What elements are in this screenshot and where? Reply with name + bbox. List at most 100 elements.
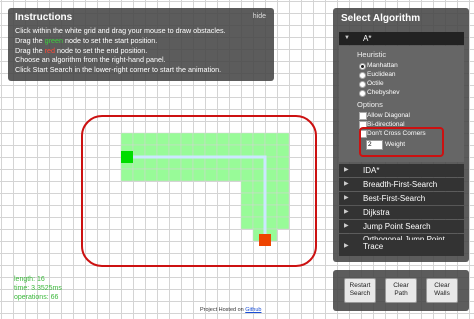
- heuristic-manhattan[interactable]: Manhattan: [359, 62, 398, 70]
- instructions-panel: Instructions hide Click within the white…: [8, 8, 274, 81]
- radio-icon: [359, 90, 366, 97]
- explored-cell: [240, 144, 254, 158]
- explored-cell: [132, 168, 146, 182]
- radio-icon: [359, 63, 366, 70]
- control-panel: Restart Search Clear Path Clear Walls: [333, 270, 469, 311]
- explored-cell: [132, 132, 146, 146]
- instructions-title: Instructions: [15, 12, 73, 23]
- algorithm-item-jps[interactable]: ▶ Jump Point Search: [339, 220, 464, 233]
- chevron-right-icon: ▶: [344, 209, 349, 215]
- explored-cell: [264, 216, 278, 230]
- chevron-right-icon: ▶: [344, 167, 349, 173]
- stat-length: length: 16: [14, 276, 45, 283]
- explored-cell: [180, 132, 194, 146]
- chevron-down-icon: ▼: [344, 35, 350, 41]
- explored-cell: [192, 168, 206, 182]
- explored-cell: [264, 204, 278, 218]
- heuristic-chebyshev[interactable]: Chebyshev: [359, 89, 400, 97]
- heuristic-label: Heuristic: [357, 50, 387, 59]
- stat-operations: operations: 66: [14, 294, 59, 301]
- algorithm-panel-title: Select Algorithm: [341, 13, 421, 24]
- explored-cell: [276, 216, 290, 230]
- instruction-line: Click within the white grid and drag you…: [15, 26, 226, 35]
- option-allow-diagonal[interactable]: Allow Diagonal: [359, 112, 410, 120]
- explored-cell: [228, 168, 242, 182]
- algorithm-item-bfs[interactable]: ▶ Breadth-First-Search: [339, 178, 464, 191]
- heuristic-octile[interactable]: Octile: [359, 80, 384, 88]
- trace-row-wrap: ▶ Trace: [333, 240, 469, 262]
- explored-cell: [264, 132, 278, 146]
- explored-cell: [252, 192, 266, 206]
- explored-cell: [240, 132, 254, 146]
- explored-cell: [240, 192, 254, 206]
- explored-cell: [156, 156, 170, 170]
- instruction-line: Choose an algorithm from the right-hand …: [15, 55, 166, 65]
- explored-cell: [264, 192, 278, 206]
- explored-cell: [264, 144, 278, 158]
- explored-cell: [204, 132, 218, 146]
- explored-cell: [276, 180, 290, 194]
- start-node[interactable]: [121, 151, 133, 163]
- explored-cell: [252, 156, 266, 170]
- explored-cell: [156, 168, 170, 182]
- explored-cell: [216, 132, 230, 146]
- explored-cell: [192, 144, 206, 158]
- explored-cell: [180, 156, 194, 170]
- explored-cell: [252, 132, 266, 146]
- algorithm-item-trace[interactable]: ▶ Trace: [339, 240, 464, 253]
- end-node[interactable]: [259, 234, 271, 246]
- explored-cell: [144, 132, 158, 146]
- explored-cell: [228, 156, 242, 170]
- instruction-line: Drag the red node to set the end positio…: [15, 45, 148, 55]
- explored-cell: [204, 168, 218, 182]
- astar-options: Heuristic Manhattan Euclidean Octile Che…: [339, 46, 464, 162]
- heuristic-euclidean[interactable]: Euclidean: [359, 71, 396, 79]
- explored-cell: [204, 144, 218, 158]
- explored-cell: [180, 144, 194, 158]
- chevron-right-icon: ▶: [344, 243, 349, 249]
- explored-cell: [252, 180, 266, 194]
- explored-cell: [216, 144, 230, 158]
- explored-cell: [120, 168, 134, 182]
- explored-cell: [192, 132, 206, 146]
- radio-icon: [359, 81, 366, 88]
- footer: Project Hosted on Github: [200, 307, 262, 313]
- restart-search-button[interactable]: Restart Search: [344, 278, 376, 303]
- algorithm-item-best-first[interactable]: ▶ Best-First-Search: [339, 192, 464, 205]
- chevron-right-icon: ▶: [344, 223, 349, 229]
- explored-cell: [276, 192, 290, 206]
- explored-cell: [276, 132, 290, 146]
- hide-instructions-link[interactable]: hide: [253, 13, 266, 20]
- explored-cell: [240, 168, 254, 182]
- algorithm-item-idastar[interactable]: ▶ IDA*: [339, 164, 464, 177]
- instruction-line: Drag the green node to set the start pos…: [15, 35, 158, 45]
- explored-cell: [264, 168, 278, 182]
- clear-walls-button[interactable]: Clear Walls: [426, 278, 458, 303]
- explored-cell: [168, 156, 182, 170]
- explored-cell: [252, 168, 266, 182]
- chevron-right-icon: ▶: [344, 195, 349, 201]
- explored-cell: [144, 144, 158, 158]
- explored-cell: [264, 156, 278, 170]
- explored-cell: [240, 204, 254, 218]
- radio-icon: [359, 72, 366, 79]
- explored-cell: [264, 180, 278, 194]
- explored-cell: [252, 144, 266, 158]
- explored-cell: [228, 144, 242, 158]
- explored-cell: [132, 156, 146, 170]
- chevron-right-icon: ▶: [344, 181, 349, 187]
- algorithm-item-dijkstra[interactable]: ▶ Dijkstra: [339, 206, 464, 219]
- github-link[interactable]: Github: [245, 307, 261, 313]
- options-label: Options: [357, 100, 383, 109]
- explored-cell: [168, 144, 182, 158]
- explored-cell: [156, 132, 170, 146]
- explored-cell: [204, 156, 218, 170]
- instruction-line: Click Start Search in the lower-right co…: [15, 65, 222, 75]
- clear-path-button[interactable]: Clear Path: [385, 278, 417, 303]
- explored-cell: [228, 132, 242, 146]
- explored-cell: [144, 156, 158, 170]
- checkbox-icon: [359, 112, 367, 120]
- algorithm-item-astar[interactable]: ▼ A*: [339, 32, 464, 45]
- explored-cell: [240, 216, 254, 230]
- explored-cell: [216, 168, 230, 182]
